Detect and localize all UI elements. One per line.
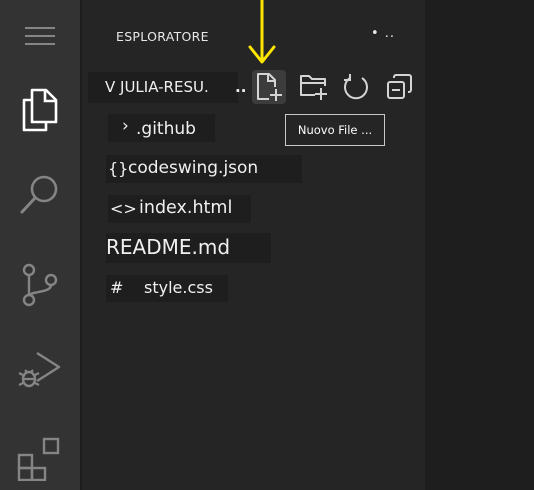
- source-control-icon: [22, 263, 58, 307]
- new-file-tooltip: Nuovo File ...: [285, 114, 385, 146]
- tree-item-label: README.md: [106, 235, 231, 259]
- explorer-icon: [22, 88, 58, 132]
- css-file-icon: #: [110, 278, 124, 297]
- workspace-folder-label[interactable]: V JULIA-RESU.: [105, 78, 209, 96]
- tree-item-github[interactable]: › .github: [108, 114, 215, 142]
- tree-item-label: index.html: [139, 198, 233, 218]
- refresh-button[interactable]: [339, 70, 373, 104]
- editor-area: [425, 0, 534, 490]
- new-file-icon: [257, 73, 282, 101]
- explorer-title: ESPLORATORE: [116, 29, 209, 44]
- collapse-all-icon: [387, 74, 412, 99]
- chevron-right-icon: ›: [122, 116, 129, 136]
- new-folder-icon: [300, 75, 327, 100]
- explorer-more-actions[interactable]: • ..: [371, 26, 395, 41]
- html-file-icon: <>: [110, 199, 137, 218]
- tree-item-style-css[interactable]: # style.css: [106, 275, 228, 302]
- activity-bar: [0, 0, 80, 490]
- search-icon: [20, 175, 58, 214]
- tree-item-label: .github: [136, 119, 196, 139]
- tree-item-codeswing-json[interactable]: {} codeswing.json: [106, 155, 302, 183]
- explorer-button[interactable]: [0, 70, 80, 150]
- run-debug-icon: [18, 351, 61, 388]
- search-button[interactable]: [0, 155, 80, 235]
- annotation-arrow-icon: [248, 0, 276, 64]
- new-folder-button[interactable]: [297, 70, 331, 104]
- extensions-icon: [17, 437, 60, 481]
- json-file-icon: {}: [108, 159, 129, 178]
- extensions-button[interactable]: [0, 418, 80, 490]
- menu-button[interactable]: [0, 0, 80, 72]
- tree-item-readme-md[interactable]: README.md: [106, 233, 271, 263]
- menu-icon: [25, 27, 55, 45]
- collapse-all-button[interactable]: [382, 70, 416, 104]
- tree-item-index-html[interactable]: <> index.html: [108, 195, 251, 223]
- tree-item-label: codeswing.json: [128, 158, 259, 178]
- tree-item-label: style.css: [144, 278, 213, 297]
- refresh-icon: [344, 74, 368, 100]
- run-debug-button[interactable]: [0, 330, 80, 410]
- source-control-button[interactable]: [0, 245, 80, 325]
- workspace-folder-overflow: ..: [235, 78, 247, 96]
- new-file-button[interactable]: [252, 70, 286, 104]
